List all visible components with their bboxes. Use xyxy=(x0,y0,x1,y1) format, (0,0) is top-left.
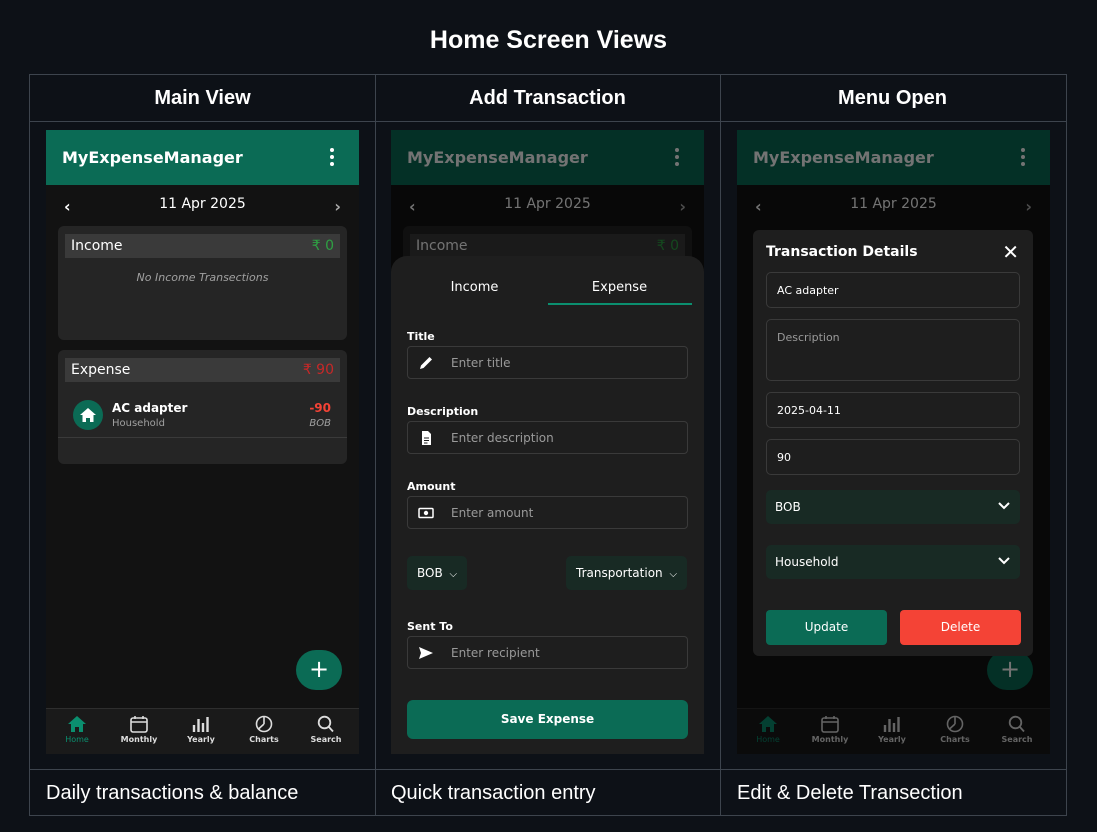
nav-search[interactable]: Search xyxy=(296,715,356,744)
chevron-right-icon[interactable]: › xyxy=(334,197,341,216)
description-field[interactable]: Description xyxy=(766,319,1020,381)
bar-chart-icon xyxy=(192,717,209,732)
transaction-title: AC adapter xyxy=(112,401,188,415)
nav-yearly-label: Yearly xyxy=(187,735,215,744)
account-value: BOB xyxy=(417,566,443,580)
expense-card: Expense ₹ 90 AC adapter Household -90 BO… xyxy=(58,350,347,464)
nav-charts[interactable]: Charts xyxy=(234,715,294,744)
category-select[interactable]: Transportation ⌵ xyxy=(566,556,688,590)
nav-yearly[interactable]: Yearly xyxy=(171,715,231,744)
app-bar: MyExpenseManager xyxy=(46,130,359,185)
amount-value: 90 xyxy=(777,451,791,464)
account-select[interactable]: BOB ⌵ xyxy=(407,556,468,590)
phone-add-transaction: MyExpenseManager ‹ 11 Apr 2025 › Income … xyxy=(391,130,704,754)
description-placeholder: Description xyxy=(777,331,840,344)
household-category-icon xyxy=(73,400,103,430)
category-select[interactable]: Household xyxy=(766,545,1020,579)
account-select[interactable]: BOB xyxy=(766,490,1020,524)
expense-label: Expense xyxy=(71,362,131,378)
description-placeholder: Enter description xyxy=(451,431,554,445)
nav-monthly-label: Monthly xyxy=(120,735,158,744)
header-divider xyxy=(30,121,1066,122)
amount-label: Amount xyxy=(407,480,456,493)
bottom-navigation: Home Monthly Yearly Charts Search xyxy=(46,708,359,754)
phone-menu-open: MyExpenseManager ‹ 11 Apr 2025 › + Home … xyxy=(737,130,1050,754)
amount-placeholder: Enter amount xyxy=(451,506,534,520)
column-divider xyxy=(720,75,721,815)
tab-income[interactable]: Income xyxy=(402,280,547,295)
add-transaction-sheet: Income Expense Title Enter title Descrip… xyxy=(391,256,704,754)
screens-table: Main View Add Transaction Menu Open Dail… xyxy=(29,74,1067,816)
name-value: AC adapter xyxy=(777,284,839,297)
transaction-amount: -90 xyxy=(309,401,331,415)
nav-home[interactable]: Home xyxy=(47,715,107,744)
column-heading-menu: Menu Open xyxy=(838,87,947,109)
search-icon xyxy=(317,715,334,733)
more-menu-icon[interactable] xyxy=(329,148,335,166)
expense-total: ₹ 90 xyxy=(302,362,334,378)
column-caption-main: Daily transactions & balance xyxy=(46,782,299,804)
date-navigator: ‹ 11 Apr 2025 › xyxy=(46,185,359,223)
description-label: Description xyxy=(407,405,479,418)
sent-to-input[interactable]: Enter recipient xyxy=(407,636,688,669)
footer-divider xyxy=(30,769,1066,770)
column-caption-menu: Edit & Delete Transection xyxy=(737,782,963,804)
phone-main-view: MyExpenseManager ‹ 11 Apr 2025 › Income … xyxy=(46,130,359,754)
chevron-down-icon: ⌵ xyxy=(449,569,458,580)
title-input[interactable]: Enter title xyxy=(407,346,688,379)
pie-chart-icon xyxy=(255,715,273,733)
nav-charts-label: Charts xyxy=(249,735,279,744)
current-date: 11 Apr 2025 xyxy=(159,196,246,212)
expense-header: Expense ₹ 90 xyxy=(65,358,340,382)
description-input[interactable]: Enter description xyxy=(407,421,688,454)
document-icon xyxy=(422,431,431,445)
active-tab-indicator xyxy=(548,303,692,305)
dialog-title: Transaction Details xyxy=(766,244,918,260)
transaction-account: BOB xyxy=(309,418,331,429)
transaction-category: Household xyxy=(112,418,165,429)
close-icon[interactable]: ✕ xyxy=(1002,240,1019,264)
date-field[interactable]: 2025-04-11 xyxy=(766,392,1020,428)
column-heading-main: Main View xyxy=(154,87,251,109)
column-caption-add: Quick transaction entry xyxy=(391,782,596,804)
chevron-down-icon: ⌵ xyxy=(669,569,678,580)
income-total: ₹ 0 xyxy=(311,238,334,254)
column-heading-add: Add Transaction xyxy=(469,87,626,109)
income-header: Income ₹ 0 xyxy=(65,234,340,258)
title-placeholder: Enter title xyxy=(451,356,511,370)
save-expense-button[interactable]: Save Expense xyxy=(407,700,688,739)
app-title: MyExpenseManager xyxy=(62,148,243,167)
send-icon xyxy=(419,647,433,659)
sent-to-label: Sent To xyxy=(407,620,453,633)
sent-to-placeholder: Enter recipient xyxy=(451,646,540,660)
nav-monthly[interactable]: Monthly xyxy=(109,715,169,744)
cash-icon xyxy=(418,507,434,519)
calendar-icon xyxy=(130,716,148,733)
pencil-icon xyxy=(420,357,432,369)
date-value: 2025-04-11 xyxy=(777,404,841,417)
account-value: BOB xyxy=(775,500,801,514)
amount-field[interactable]: 90 xyxy=(766,439,1020,475)
no-income-message: No Income Transections xyxy=(136,271,269,284)
delete-button[interactable]: Delete xyxy=(900,610,1021,645)
name-field[interactable]: AC adapter xyxy=(766,272,1020,308)
nav-home-label: Home xyxy=(65,735,89,744)
income-label: Income xyxy=(71,238,123,254)
page-title: Home Screen Views xyxy=(429,26,668,54)
tab-expense[interactable]: Expense xyxy=(547,280,692,295)
update-button[interactable]: Update xyxy=(766,610,887,645)
transaction-details-dialog: Transaction Details ✕ AC adapter Descrip… xyxy=(753,230,1033,656)
title-label: Title xyxy=(407,330,435,343)
category-value: Household xyxy=(775,555,839,569)
chevron-down-icon xyxy=(998,557,1010,565)
category-value: Transportation xyxy=(576,566,663,580)
chevron-down-icon xyxy=(998,502,1010,510)
home-icon xyxy=(68,716,86,732)
amount-input[interactable]: Enter amount xyxy=(407,496,688,529)
income-card: Income ₹ 0 No Income Transections xyxy=(58,226,347,340)
add-transaction-fab[interactable]: + xyxy=(296,650,342,690)
column-divider xyxy=(375,75,376,815)
nav-search-label: Search xyxy=(310,735,342,744)
transaction-row[interactable]: AC adapter Household -90 BOB xyxy=(58,392,347,438)
